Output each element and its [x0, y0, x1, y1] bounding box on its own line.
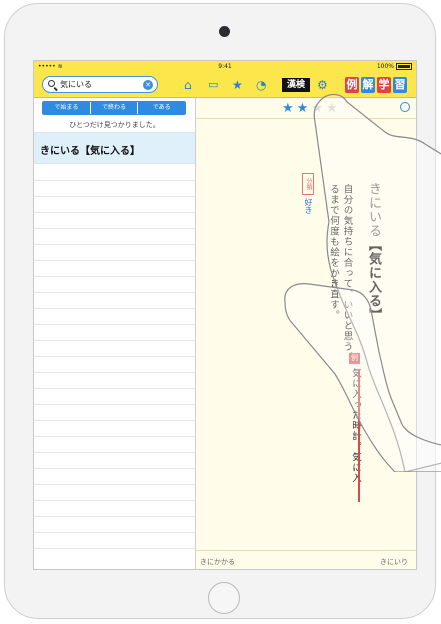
tab-ends-with[interactable]: で終わる — [90, 102, 139, 114]
clear-search-icon[interactable]: ✕ — [143, 80, 153, 90]
bookmark-star-icon[interactable]: ★ — [232, 77, 243, 93]
list-divider — [34, 180, 195, 181]
dictionary-icon[interactable]: ▭ — [208, 77, 218, 93]
home-button[interactable] — [208, 582, 240, 614]
ipad-device: ••••• ≋ 9:41 100% 気にいる ✕ ⌂ ▭ ★ ◔ 漢検 ⚙ 例 … — [4, 3, 441, 619]
list-divider — [34, 356, 195, 357]
match-mode-tabs: で始まる で終わる である — [42, 101, 186, 115]
list-divider — [34, 548, 195, 549]
list-divider — [34, 404, 195, 405]
search-icon — [48, 80, 55, 87]
list-divider — [34, 276, 195, 277]
list-divider — [34, 532, 195, 533]
history-clock-icon[interactable]: ◔ — [256, 77, 266, 93]
list-divider — [34, 212, 195, 213]
result-row[interactable]: きにいる【気に入る】 — [34, 132, 195, 164]
tab-starts-with[interactable]: で始まる — [43, 102, 91, 114]
search-results-pane: で始まる で終わる である ひとつだけ見つかりました。 きにいる【気に入る】 — [34, 98, 196, 569]
home-icon[interactable]: ⌂ — [184, 77, 192, 93]
list-divider — [34, 228, 195, 229]
list-divider — [34, 196, 195, 197]
list-divider — [34, 260, 195, 261]
previous-entry-link[interactable]: きにかかる — [200, 557, 235, 567]
list-divider — [34, 340, 195, 341]
search-input[interactable]: 気にいる ✕ — [42, 76, 158, 93]
list-divider — [34, 324, 195, 325]
gesture-hands-illustration — [284, 93, 441, 472]
list-divider — [34, 372, 195, 373]
list-divider — [34, 516, 195, 517]
list-divider — [34, 436, 195, 437]
list-divider — [34, 420, 195, 421]
tab-exact[interactable]: である — [138, 102, 185, 114]
list-divider — [34, 244, 195, 245]
search-query: 気にいる — [60, 80, 92, 89]
result-label: きにいる【気に入る】 — [40, 146, 140, 157]
front-camera — [219, 26, 230, 37]
list-divider — [34, 484, 195, 485]
list-divider — [34, 292, 195, 293]
results-count-text: ひとつだけ見つかりました。 — [69, 121, 160, 129]
next-entry-link[interactable]: きにいり — [380, 557, 408, 567]
list-divider — [34, 452, 195, 453]
list-divider — [34, 500, 195, 501]
list-divider — [34, 388, 195, 389]
entry-footer: きにかかる きにいり — [196, 550, 416, 569]
list-divider — [34, 468, 195, 469]
list-divider — [34, 308, 195, 309]
